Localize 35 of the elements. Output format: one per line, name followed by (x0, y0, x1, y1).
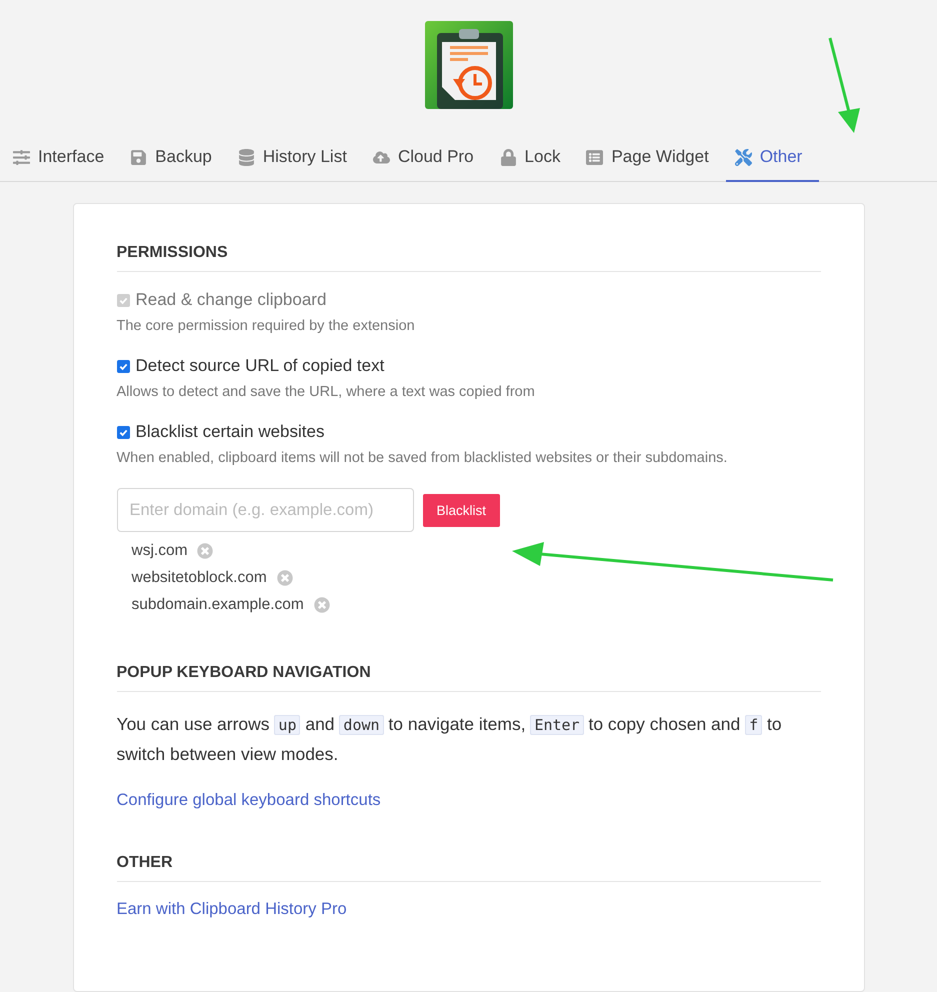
checkbox-label: Detect source URL of copied text (136, 356, 384, 376)
option-description: The core permission required by the extension (116, 318, 416, 334)
keyboard-help-text: You can use arrows up and down to navigate items, Enter to copy chosen and f to switch between view modes. (116, 713, 783, 766)
tools-icon (734, 148, 752, 166)
blacklisted-domain: websitetoblock.com (132, 569, 267, 587)
section-heading: PERMISSIONS (116, 244, 820, 272)
settings-tab[interactable]: Other (726, 139, 820, 182)
settings-tab[interactable]: Page Widget (577, 139, 726, 182)
settings-tab[interactable]: Backup (121, 139, 229, 182)
blacklist-button[interactable]: Blacklist (422, 494, 500, 526)
shortcuts-link[interactable]: Configure global keyboard shortcuts (116, 791, 381, 810)
settings-tab[interactable]: Cloud Pro (364, 139, 491, 182)
blacklisted-domain: wsj.com (132, 542, 188, 560)
option-description: When enabled, clipboard items will not be saved from blacklisted websites or their subdomains. (116, 450, 728, 466)
section-heading: OTHER (116, 854, 820, 882)
domain-input-field[interactable]: Enter domain (e.g. example.com) (116, 488, 414, 532)
checkbox[interactable] (116, 360, 130, 372)
settings-tab[interactable]: Interface (4, 139, 122, 182)
checkbox[interactable] (116, 426, 130, 438)
database-icon (238, 148, 255, 166)
blacklisted-domain: subdomain.example.com (132, 596, 304, 614)
remove-icon[interactable] (197, 543, 214, 559)
sliders-icon (13, 148, 30, 166)
section-heading: POPUP KEYBOARD NAVIGATION (116, 664, 820, 692)
remove-icon[interactable] (276, 570, 293, 586)
earn-link[interactable]: Earn with Clipboard History Pro (116, 900, 347, 919)
settings-tab[interactable]: History List (228, 139, 364, 182)
option-description: Allows to detect and save the URL, where a text was copied from (116, 384, 536, 400)
checkbox-label: Blacklist certain websites (136, 422, 324, 442)
settings-tab[interactable]: Lock (490, 139, 578, 182)
cloud-upload-icon (372, 148, 390, 166)
list-icon (586, 148, 604, 166)
checkbox-label: Read & change clipboard (136, 290, 326, 310)
remove-icon[interactable] (314, 597, 330, 613)
lock-icon (500, 148, 517, 166)
